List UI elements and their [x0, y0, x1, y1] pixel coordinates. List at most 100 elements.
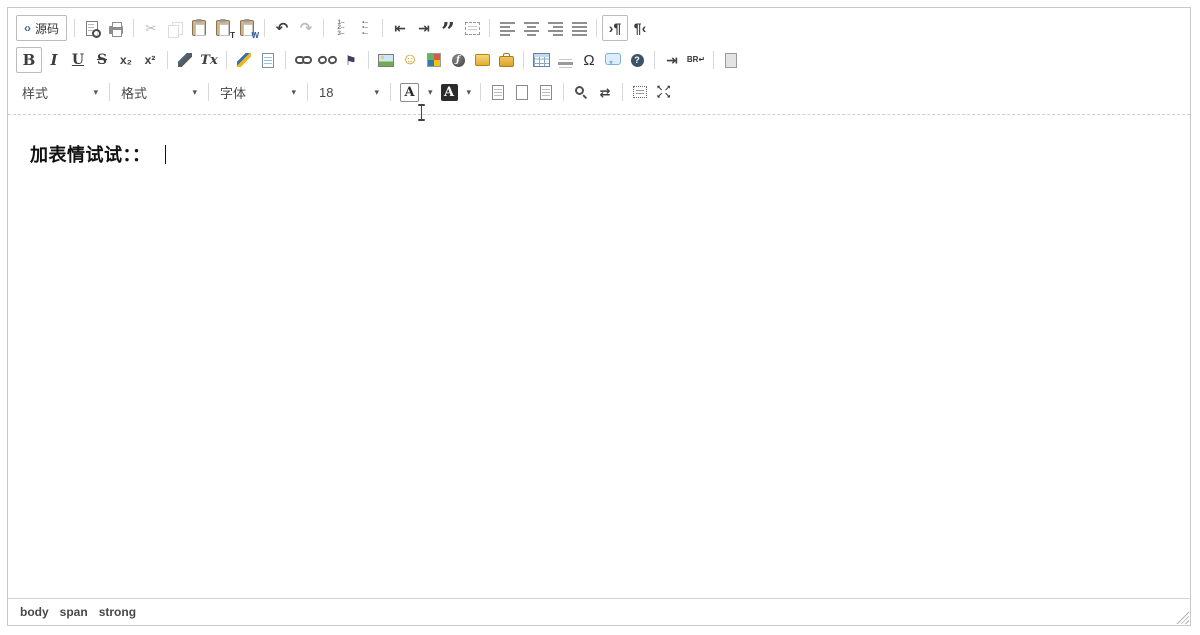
superscript-button[interactable]: x²	[138, 48, 162, 72]
align-center-button[interactable]	[519, 16, 543, 40]
outdent-icon: ⇤	[394, 21, 406, 35]
print-button[interactable]	[104, 16, 128, 40]
element-path-item-strong[interactable]: strong	[99, 605, 136, 619]
blockquote-button[interactable]: ”	[436, 16, 460, 40]
smiley-button[interactable]: ☺	[398, 48, 422, 72]
overlay-letter: W	[251, 32, 259, 40]
subscript-icon: x₂	[120, 54, 132, 66]
preview-button[interactable]	[80, 16, 104, 40]
outdent-button[interactable]: ⇤	[388, 16, 412, 40]
subscript-button[interactable]: x₂	[114, 48, 138, 72]
paste-text-button[interactable]: T	[211, 16, 235, 40]
background-color-button[interactable]: A▾	[437, 80, 476, 104]
attachment-icon	[475, 54, 490, 66]
unlink-button[interactable]	[315, 48, 339, 72]
strikethrough-button[interactable]: S	[90, 48, 114, 72]
anchor-button[interactable]: ⚑	[339, 48, 363, 72]
new-page-icon	[516, 85, 528, 100]
copy-button[interactable]	[163, 16, 187, 40]
size-combo[interactable]: 18▾	[313, 80, 385, 104]
link-button[interactable]	[291, 48, 315, 72]
new-page-button[interactable]	[510, 80, 534, 104]
div-container-icon	[465, 22, 480, 35]
cut-button[interactable]: ✂	[139, 16, 163, 40]
line-break-button[interactable]: BR↵	[684, 48, 708, 72]
chevron-down-icon: ▾	[192, 87, 197, 98]
horizontal-rule-button[interactable]	[553, 48, 577, 72]
image-button[interactable]	[374, 48, 398, 72]
align-right-icon	[548, 21, 563, 36]
toolbar-separator	[523, 51, 524, 69]
maximize-button[interactable]: ↖↗ ↙↘	[652, 80, 676, 104]
toolbar-separator	[713, 51, 714, 69]
background-color-icon: A	[441, 84, 458, 101]
unlink-icon	[318, 55, 337, 66]
bold-icon: B	[23, 53, 36, 68]
align-left-button[interactable]	[495, 16, 519, 40]
resize-grip[interactable]	[1176, 611, 1189, 624]
select-all-button[interactable]	[628, 80, 652, 104]
table-button[interactable]	[529, 48, 553, 72]
blockquote-icon: ”	[441, 27, 455, 37]
editor-content-area[interactable]: 加表情试试：：	[8, 115, 1190, 598]
toolbar-separator	[285, 51, 286, 69]
copy-formatting-button[interactable]	[173, 48, 197, 72]
toolbar-separator	[264, 19, 265, 37]
text-direction-rtl-button[interactable]: ¶‹	[628, 16, 652, 40]
omega-icon: Ω	[583, 53, 594, 68]
about-button[interactable]	[625, 48, 649, 72]
style-combo[interactable]: 样式▾	[16, 80, 104, 104]
bold-button[interactable]: B	[16, 47, 42, 73]
italic-button[interactable]: I	[42, 48, 66, 72]
templates-button[interactable]	[256, 48, 280, 72]
flash-button[interactable]	[446, 48, 470, 72]
content-paragraph: 加表情试试：：	[30, 141, 1168, 167]
attachment-button[interactable]	[470, 48, 494, 72]
font-combo[interactable]: 字体▾	[214, 80, 302, 104]
undo-arrow-icon: ↶	[276, 21, 289, 36]
element-path-item-span[interactable]: span	[60, 605, 88, 619]
format-combo[interactable]: 格式▾	[115, 80, 203, 104]
replace-button[interactable]: ⇄	[593, 80, 617, 104]
page-preview-button[interactable]	[534, 80, 558, 104]
numbered-list-button[interactable]: 1– 2– 3–	[329, 16, 353, 40]
emoji-grid-button[interactable]	[422, 48, 446, 72]
toolbar-separator	[323, 19, 324, 37]
toolbar-separator	[74, 19, 75, 37]
comment-button[interactable]	[601, 48, 625, 72]
first-line-indent-button[interactable]: ⇥	[660, 48, 684, 72]
iframe-button[interactable]	[719, 48, 743, 72]
show-blocks-button[interactable]	[486, 80, 510, 104]
editor-toolbar: ‹›源码 ✂ T W ↶ ↷ 1– 2– 3–•– •– •– ⇤ ⇥ ” ›¶¶‹ BIUSx₂ x²…	[8, 8, 1190, 115]
text-direction-ltr-button[interactable]: ›¶	[602, 15, 628, 41]
indent-icon: ⇥	[418, 21, 430, 35]
text-color-button[interactable]: A▾	[396, 80, 437, 104]
find-button[interactable]	[569, 80, 593, 104]
style-combo-value: 样式	[22, 83, 48, 102]
remove-format-icon: Tx	[200, 54, 217, 67]
paste-word-button[interactable]: W	[235, 16, 259, 40]
align-justify-button[interactable]	[567, 16, 591, 40]
chevron-down-icon: ▾	[428, 87, 433, 98]
element-path-item-body[interactable]: body	[20, 605, 49, 619]
remove-format-button[interactable]: Tx	[197, 48, 221, 72]
emoji-grid-icon	[427, 53, 441, 67]
file-case-button[interactable]	[494, 48, 518, 72]
indent-button[interactable]: ⇥	[412, 16, 436, 40]
redo-button[interactable]: ↷	[294, 16, 318, 40]
paste-button[interactable]	[187, 16, 211, 40]
underline-button[interactable]: U	[66, 48, 90, 72]
chevron-down-icon: ▾	[291, 87, 296, 98]
source-button[interactable]: ‹›源码	[16, 15, 67, 41]
toolbar-separator	[307, 83, 308, 101]
table-icon	[533, 53, 550, 67]
clipboard-icon	[192, 20, 206, 36]
undo-button[interactable]: ↶	[270, 16, 294, 40]
bulleted-list-button[interactable]: •– •– •–	[353, 16, 377, 40]
toolbar-separator	[133, 19, 134, 37]
highlight-button[interactable]	[232, 48, 256, 72]
align-right-button[interactable]	[543, 16, 567, 40]
toolbar-separator	[480, 83, 481, 101]
special-char-button[interactable]: Ω	[577, 48, 601, 72]
div-container-button[interactable]	[460, 16, 484, 40]
